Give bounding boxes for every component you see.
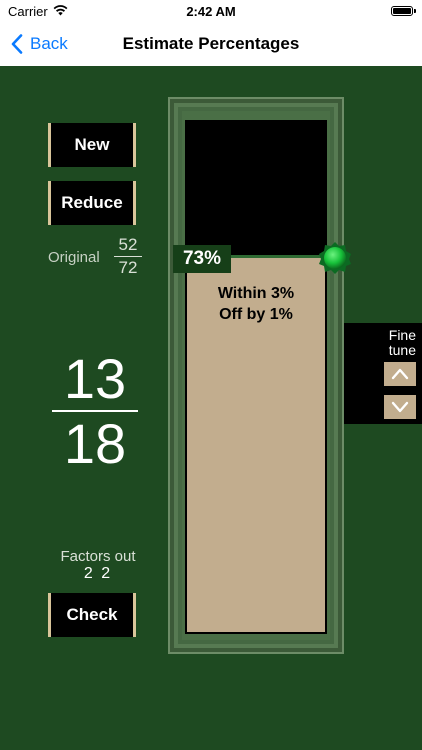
- original-label: Original: [48, 249, 100, 266]
- reduce-button[interactable]: Reduce: [48, 181, 136, 225]
- reduced-fraction: 13 18: [52, 351, 138, 472]
- fraction-bar: [114, 256, 142, 257]
- percent-gauge[interactable]: Within 3% Off by 1%: [185, 120, 327, 634]
- fine-tune-panel: Fine tune: [344, 323, 422, 424]
- main-panel: New Reduce Original 52 72 13 18 Factors …: [0, 66, 422, 750]
- clock: 2:42 AM: [186, 4, 236, 19]
- factors-values: 2 2: [83, 565, 113, 582]
- chevron-down-icon: [391, 401, 409, 413]
- percent-label: 73%: [173, 245, 231, 273]
- battery-icon: [391, 6, 416, 16]
- feedback-text: Within 3% Off by 1%: [187, 283, 325, 325]
- fine-tune-label: Fine tune: [344, 328, 416, 358]
- fine-tune-label-line1: Fine: [388, 327, 416, 343]
- fine-tune-up-button[interactable]: [384, 362, 416, 386]
- feedback-within: Within 3%: [217, 285, 295, 302]
- gauge-empty-region: [187, 122, 325, 255]
- fine-tune-down-button[interactable]: [384, 395, 416, 419]
- slider-knob-icon[interactable]: [318, 241, 352, 275]
- page-title: Estimate Percentages: [122, 34, 300, 53]
- fraction-denominator: 18: [63, 412, 127, 475]
- factors-label: Factors out: [60, 548, 136, 565]
- check-button[interactable]: Check: [48, 593, 136, 637]
- original-numerator: 52: [118, 235, 138, 254]
- chevron-up-icon: [391, 368, 409, 380]
- feedback-off-by: Off by 1%: [219, 306, 293, 323]
- status-bar: Carrier 2:42 AM: [0, 0, 422, 22]
- original-fraction: 52 72: [114, 235, 142, 278]
- factors-out: Factors out 2 2: [48, 548, 148, 583]
- new-button[interactable]: New: [48, 123, 136, 167]
- fine-tune-label-line2: tune: [388, 342, 416, 358]
- fraction-numerator: 13: [63, 347, 127, 410]
- original-denominator: 72: [118, 258, 138, 277]
- navigation-bar: Back Estimate Percentages: [0, 22, 422, 66]
